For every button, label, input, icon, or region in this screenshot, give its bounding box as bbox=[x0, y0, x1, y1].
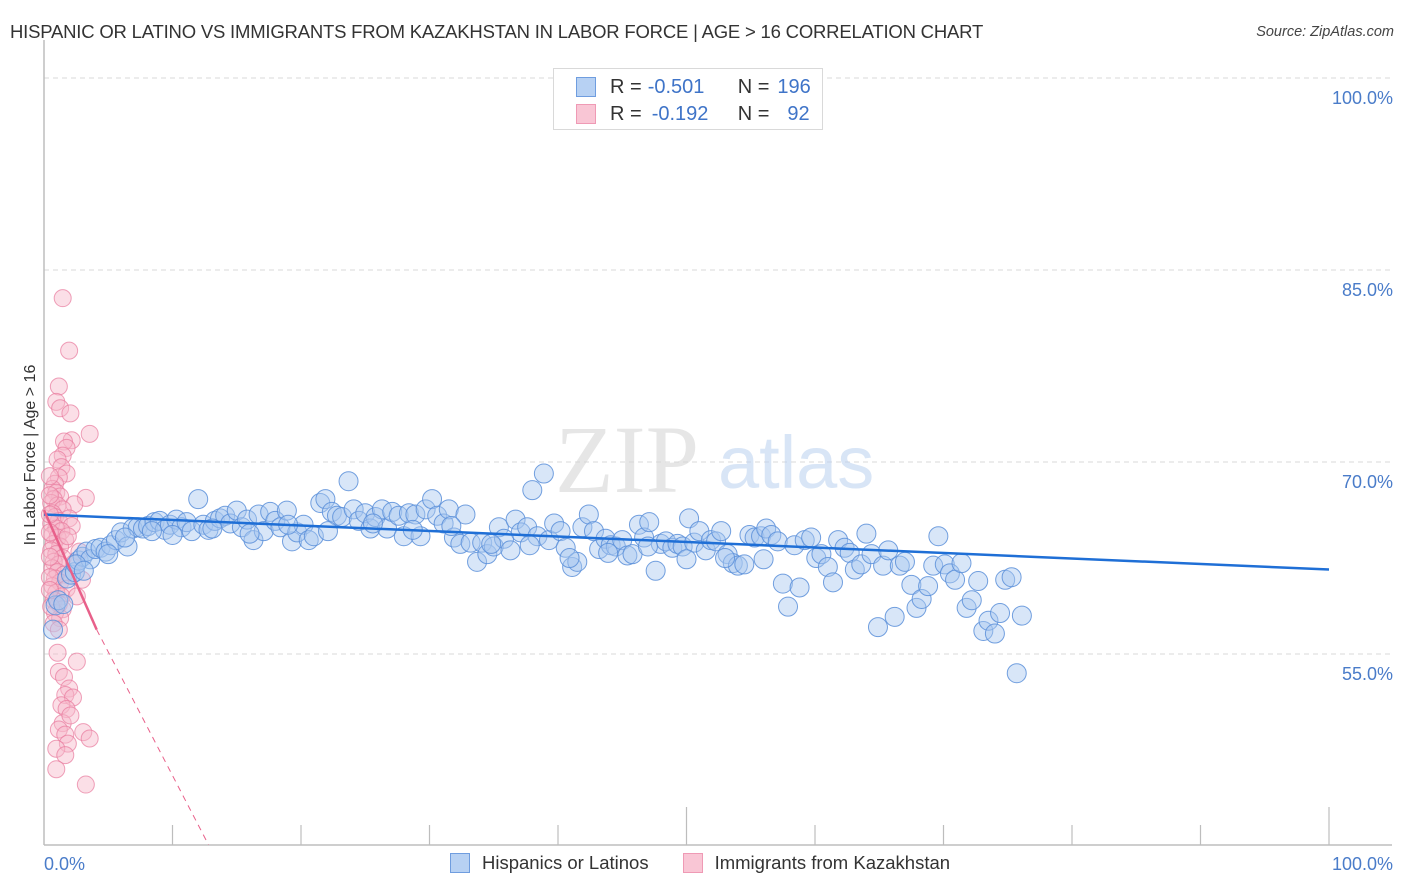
data-point-hispanics bbox=[578, 504, 599, 525]
n-value: 92 bbox=[787, 102, 810, 125]
r-value: -0.501 bbox=[647, 75, 705, 98]
x-tick-label: 100.0% bbox=[1332, 854, 1393, 874]
data-point-hispanics bbox=[519, 535, 540, 556]
data-point-hispanics bbox=[734, 554, 755, 575]
r-value: -0.192 bbox=[651, 102, 709, 125]
y-axis-label: In Labor Force | Age > 16 bbox=[22, 365, 39, 546]
data-point-hispanics bbox=[162, 524, 183, 545]
data-point-kazakhstan bbox=[61, 706, 80, 725]
data-point-hispanics bbox=[984, 623, 1005, 644]
legend-label: Immigrants from Kazakhstan bbox=[714, 852, 951, 873]
data-point-hispanics bbox=[500, 540, 521, 561]
n-value: 196 bbox=[777, 75, 811, 98]
watermark-zip: ZIP bbox=[555, 406, 699, 513]
data-point-hispanics bbox=[239, 523, 260, 544]
data-point-hispanics bbox=[438, 499, 459, 520]
data-point-hispanics bbox=[856, 523, 877, 544]
data-point-hispanics bbox=[822, 572, 843, 593]
legend-row-kazakhstan: R = -0.192 N = 92 bbox=[576, 102, 810, 126]
pink-swatch-icon bbox=[682, 853, 703, 873]
correlation-legend: R = -0.501 N = 196 R = -0.192 N = 92 bbox=[553, 68, 823, 130]
data-point-hispanics bbox=[951, 553, 972, 574]
y-tick-label: 55.0% bbox=[1342, 664, 1393, 684]
gridlines bbox=[44, 77, 1392, 655]
watermark: ZIP atlas bbox=[555, 406, 874, 513]
watermark-atlas: atlas bbox=[718, 421, 874, 504]
data-point-hispanics bbox=[598, 542, 619, 563]
data-point-hispanics bbox=[188, 489, 209, 510]
data-point-hispanics bbox=[141, 521, 162, 542]
data-point-hispanics bbox=[1011, 605, 1032, 626]
y-tick-label: 70.0% bbox=[1342, 472, 1393, 492]
legend-label: Hispanics or Latinos bbox=[482, 852, 649, 873]
data-point-hispanics bbox=[990, 603, 1011, 624]
data-point-hispanics bbox=[918, 576, 939, 597]
data-point-hispanics bbox=[789, 577, 810, 598]
data-point-hispanics bbox=[711, 521, 732, 542]
n-label: N = bbox=[737, 102, 770, 125]
data-point-hispanics bbox=[114, 527, 135, 548]
data-point-hispanics bbox=[559, 548, 580, 568]
data-point-hispanics bbox=[338, 471, 359, 492]
legend-row-hispanics: R = -0.501 N = 196 bbox=[576, 75, 811, 99]
data-point-kazakhstan bbox=[48, 643, 67, 662]
data-point-hispanics bbox=[317, 521, 338, 542]
data-point-hispanics bbox=[639, 512, 660, 533]
data-point-hispanics bbox=[42, 619, 63, 640]
blue-swatch-icon bbox=[576, 77, 596, 97]
pink-swatch-icon bbox=[576, 104, 596, 124]
data-point-hispanics bbox=[928, 526, 949, 547]
r-label: R = bbox=[610, 75, 642, 98]
data-point-hispanics bbox=[645, 560, 666, 581]
y-tick-label: 100.0% bbox=[1332, 88, 1393, 108]
data-point-hispanics bbox=[53, 594, 74, 615]
data-point-hispanics bbox=[522, 480, 543, 501]
data-point-hispanics bbox=[968, 571, 989, 592]
y-tick-label: 85.0% bbox=[1342, 280, 1393, 300]
blue-swatch-icon bbox=[450, 853, 470, 873]
data-point-hispanics bbox=[533, 463, 554, 484]
data-point-hispanics bbox=[772, 573, 793, 594]
scatter-chart: ZIP atlas 55.0% 70.0% 85.0% 100.0% 0.0% 100.0… bbox=[22, 40, 1393, 874]
data-point-hispanics bbox=[676, 549, 697, 570]
r-label: R = bbox=[610, 102, 642, 125]
trend-line-kazakhstan-extension bbox=[96, 629, 209, 845]
data-point-kazakhstan bbox=[67, 652, 86, 671]
data-point-hispanics bbox=[894, 551, 915, 572]
data-point-kazakhstan bbox=[40, 467, 59, 486]
data-point-kazakhstan bbox=[80, 729, 99, 748]
data-point-hispanics bbox=[1006, 663, 1027, 684]
data-point-hispanics bbox=[767, 531, 788, 552]
n-label: N = bbox=[737, 75, 770, 98]
data-point-hispanics bbox=[73, 560, 94, 581]
data-point-kazakhstan bbox=[40, 547, 59, 566]
data-point-kazakhstan bbox=[47, 760, 66, 779]
data-point-kazakhstan bbox=[76, 775, 95, 794]
data-point-kazakhstan bbox=[49, 377, 68, 396]
data-point-hispanics bbox=[98, 544, 119, 565]
data-point-hispanics bbox=[867, 617, 888, 638]
data-point-hispanics bbox=[753, 549, 774, 570]
x-tick-label: 0.0% bbox=[44, 854, 85, 874]
legend-item-kazakhstan[interactable]: Immigrants from Kazakhstan bbox=[682, 852, 951, 874]
series-hispanics-points bbox=[42, 463, 1032, 684]
legend-item-hispanics[interactable]: Hispanics or Latinos bbox=[450, 852, 649, 874]
data-point-kazakhstan bbox=[61, 404, 80, 423]
data-point-kazakhstan bbox=[40, 486, 59, 505]
data-point-kazakhstan bbox=[53, 289, 72, 308]
data-point-hispanics bbox=[884, 606, 905, 627]
data-point-kazakhstan bbox=[80, 424, 99, 443]
data-point-kazakhstan bbox=[58, 527, 77, 546]
data-point-hispanics bbox=[801, 527, 822, 548]
data-point-hispanics bbox=[778, 596, 799, 617]
data-point-hispanics bbox=[961, 590, 982, 611]
data-point-kazakhstan bbox=[60, 341, 79, 360]
data-point-hispanics bbox=[1001, 567, 1022, 588]
data-point-hispanics bbox=[481, 533, 502, 554]
series-legend: Hispanics or Latinos Immigrants from Kaz… bbox=[450, 852, 984, 874]
data-point-hispanics bbox=[715, 548, 736, 568]
data-point-hispanics bbox=[422, 489, 443, 510]
